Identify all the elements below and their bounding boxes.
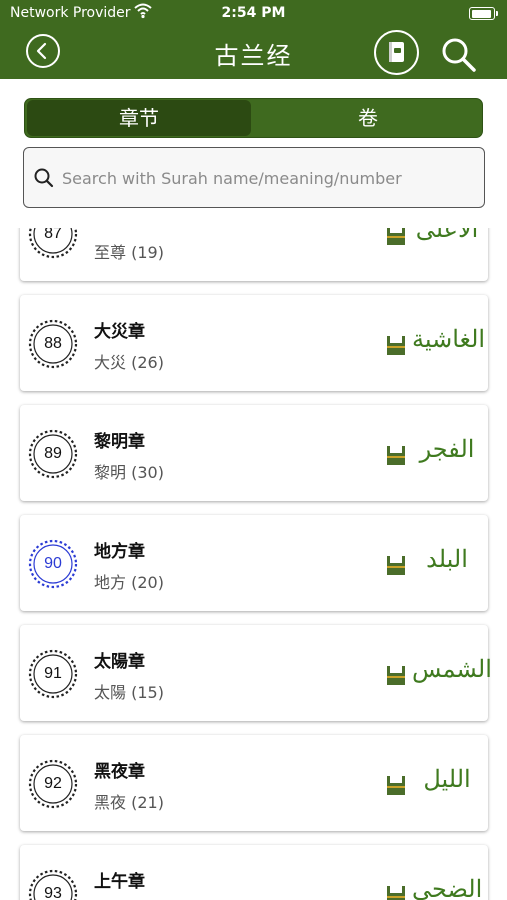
book-icon <box>389 42 404 62</box>
chapter-name: 地方章 <box>94 542 145 562</box>
tab-chapters[interactable]: 章节 <box>27 100 251 136</box>
chapter-row[interactable]: 92 黑夜章 黑夜 (21) الليل <box>20 735 488 831</box>
battery-icon <box>469 7 498 20</box>
kaaba-icon <box>384 228 408 251</box>
chapter-number: 87 <box>44 228 62 242</box>
chapter-number: 89 <box>44 445 62 462</box>
chapter-meaning: 黑夜 (21) <box>94 793 164 812</box>
chapter-name: 大災章 <box>94 322 145 342</box>
chapter-meaning: 黎明 (30) <box>94 463 164 482</box>
search-bar <box>23 147 485 208</box>
chapter-name: 黎明章 <box>94 432 145 452</box>
chapter-number-badge: 90 <box>26 537 80 591</box>
chapter-arabic-name: الفجر <box>419 435 475 463</box>
kaaba-icon <box>384 443 408 471</box>
chapter-number: 93 <box>44 885 62 900</box>
chapter-arabic-name: الغاشية <box>412 325 486 353</box>
chapter-meaning: 至尊 (19) <box>94 243 164 262</box>
search-icon <box>442 38 476 72</box>
chapter-arabic-name: البلد <box>426 545 468 573</box>
chapter-number-badge: 89 <box>26 427 80 481</box>
chapter-number: 88 <box>44 335 62 352</box>
chapter-meaning: 地方 (20) <box>94 573 164 592</box>
chapter-row[interactable]: 88 大災章 大災 (26) الغاشية <box>20 295 488 391</box>
navigation-bar: 古兰经 <box>0 26 507 79</box>
tab-volumes[interactable]: 卷 <box>254 100 482 136</box>
chapter-row[interactable]: 91 太陽章 太陽 (15) الشمس <box>20 625 492 721</box>
page-title: 古兰经 <box>214 42 293 70</box>
kaaba-icon <box>384 773 408 801</box>
kaaba-icon <box>384 553 408 581</box>
chapter-number-badge: 93 <box>26 867 80 900</box>
chapter-row[interactable]: 93 上午章 الضحى <box>20 845 488 900</box>
kaaba-icon <box>384 883 408 900</box>
kaaba-icon <box>384 333 408 361</box>
kaaba-icon <box>384 663 408 691</box>
quran-book-button[interactable] <box>374 30 419 75</box>
search-icon <box>34 168 54 188</box>
chapter-arabic-name: الشمس <box>412 655 492 683</box>
chapter-number: 92 <box>44 775 62 792</box>
chapter-number: 91 <box>44 665 62 682</box>
chapter-number-badge: 92 <box>26 757 80 811</box>
chapter-name: 上午章 <box>94 872 145 892</box>
segmented-control: 章节 卷 <box>24 98 483 138</box>
chapter-arabic-name: الضحى <box>412 875 483 900</box>
status-bar: Network Provider 2:54 PM <box>0 0 507 26</box>
chapter-name: 黑夜章 <box>94 762 145 782</box>
chapter-list[interactable]: 87 至尊 (19) الأعلى 88 大災章 大災 (26) الغاشية <box>0 228 507 900</box>
chapter-row-selected[interactable]: 90 地方章 地方 (20) البلد <box>20 515 488 611</box>
chapter-arabic-name: الليل <box>423 765 471 793</box>
chapter-number-badge: 88 <box>26 317 80 371</box>
clock: 2:54 PM <box>221 5 286 21</box>
chapter-number: 90 <box>44 555 62 572</box>
chapter-row[interactable]: 87 至尊 (19) الأعلى <box>20 228 488 281</box>
search-input[interactable] <box>60 164 474 192</box>
chapter-number-badge: 91 <box>26 647 80 701</box>
search-button[interactable] <box>438 34 480 76</box>
chapter-meaning: 大災 (26) <box>94 353 164 372</box>
chapter-name: 太陽章 <box>94 652 145 672</box>
chapter-row[interactable]: 89 黎明章 黎明 (30) الفجر <box>20 405 488 501</box>
chapter-number-badge: 87 <box>26 228 80 261</box>
chapter-arabic-name: الأعلى <box>415 228 479 243</box>
chapter-meaning: 太陽 (15) <box>94 683 164 702</box>
